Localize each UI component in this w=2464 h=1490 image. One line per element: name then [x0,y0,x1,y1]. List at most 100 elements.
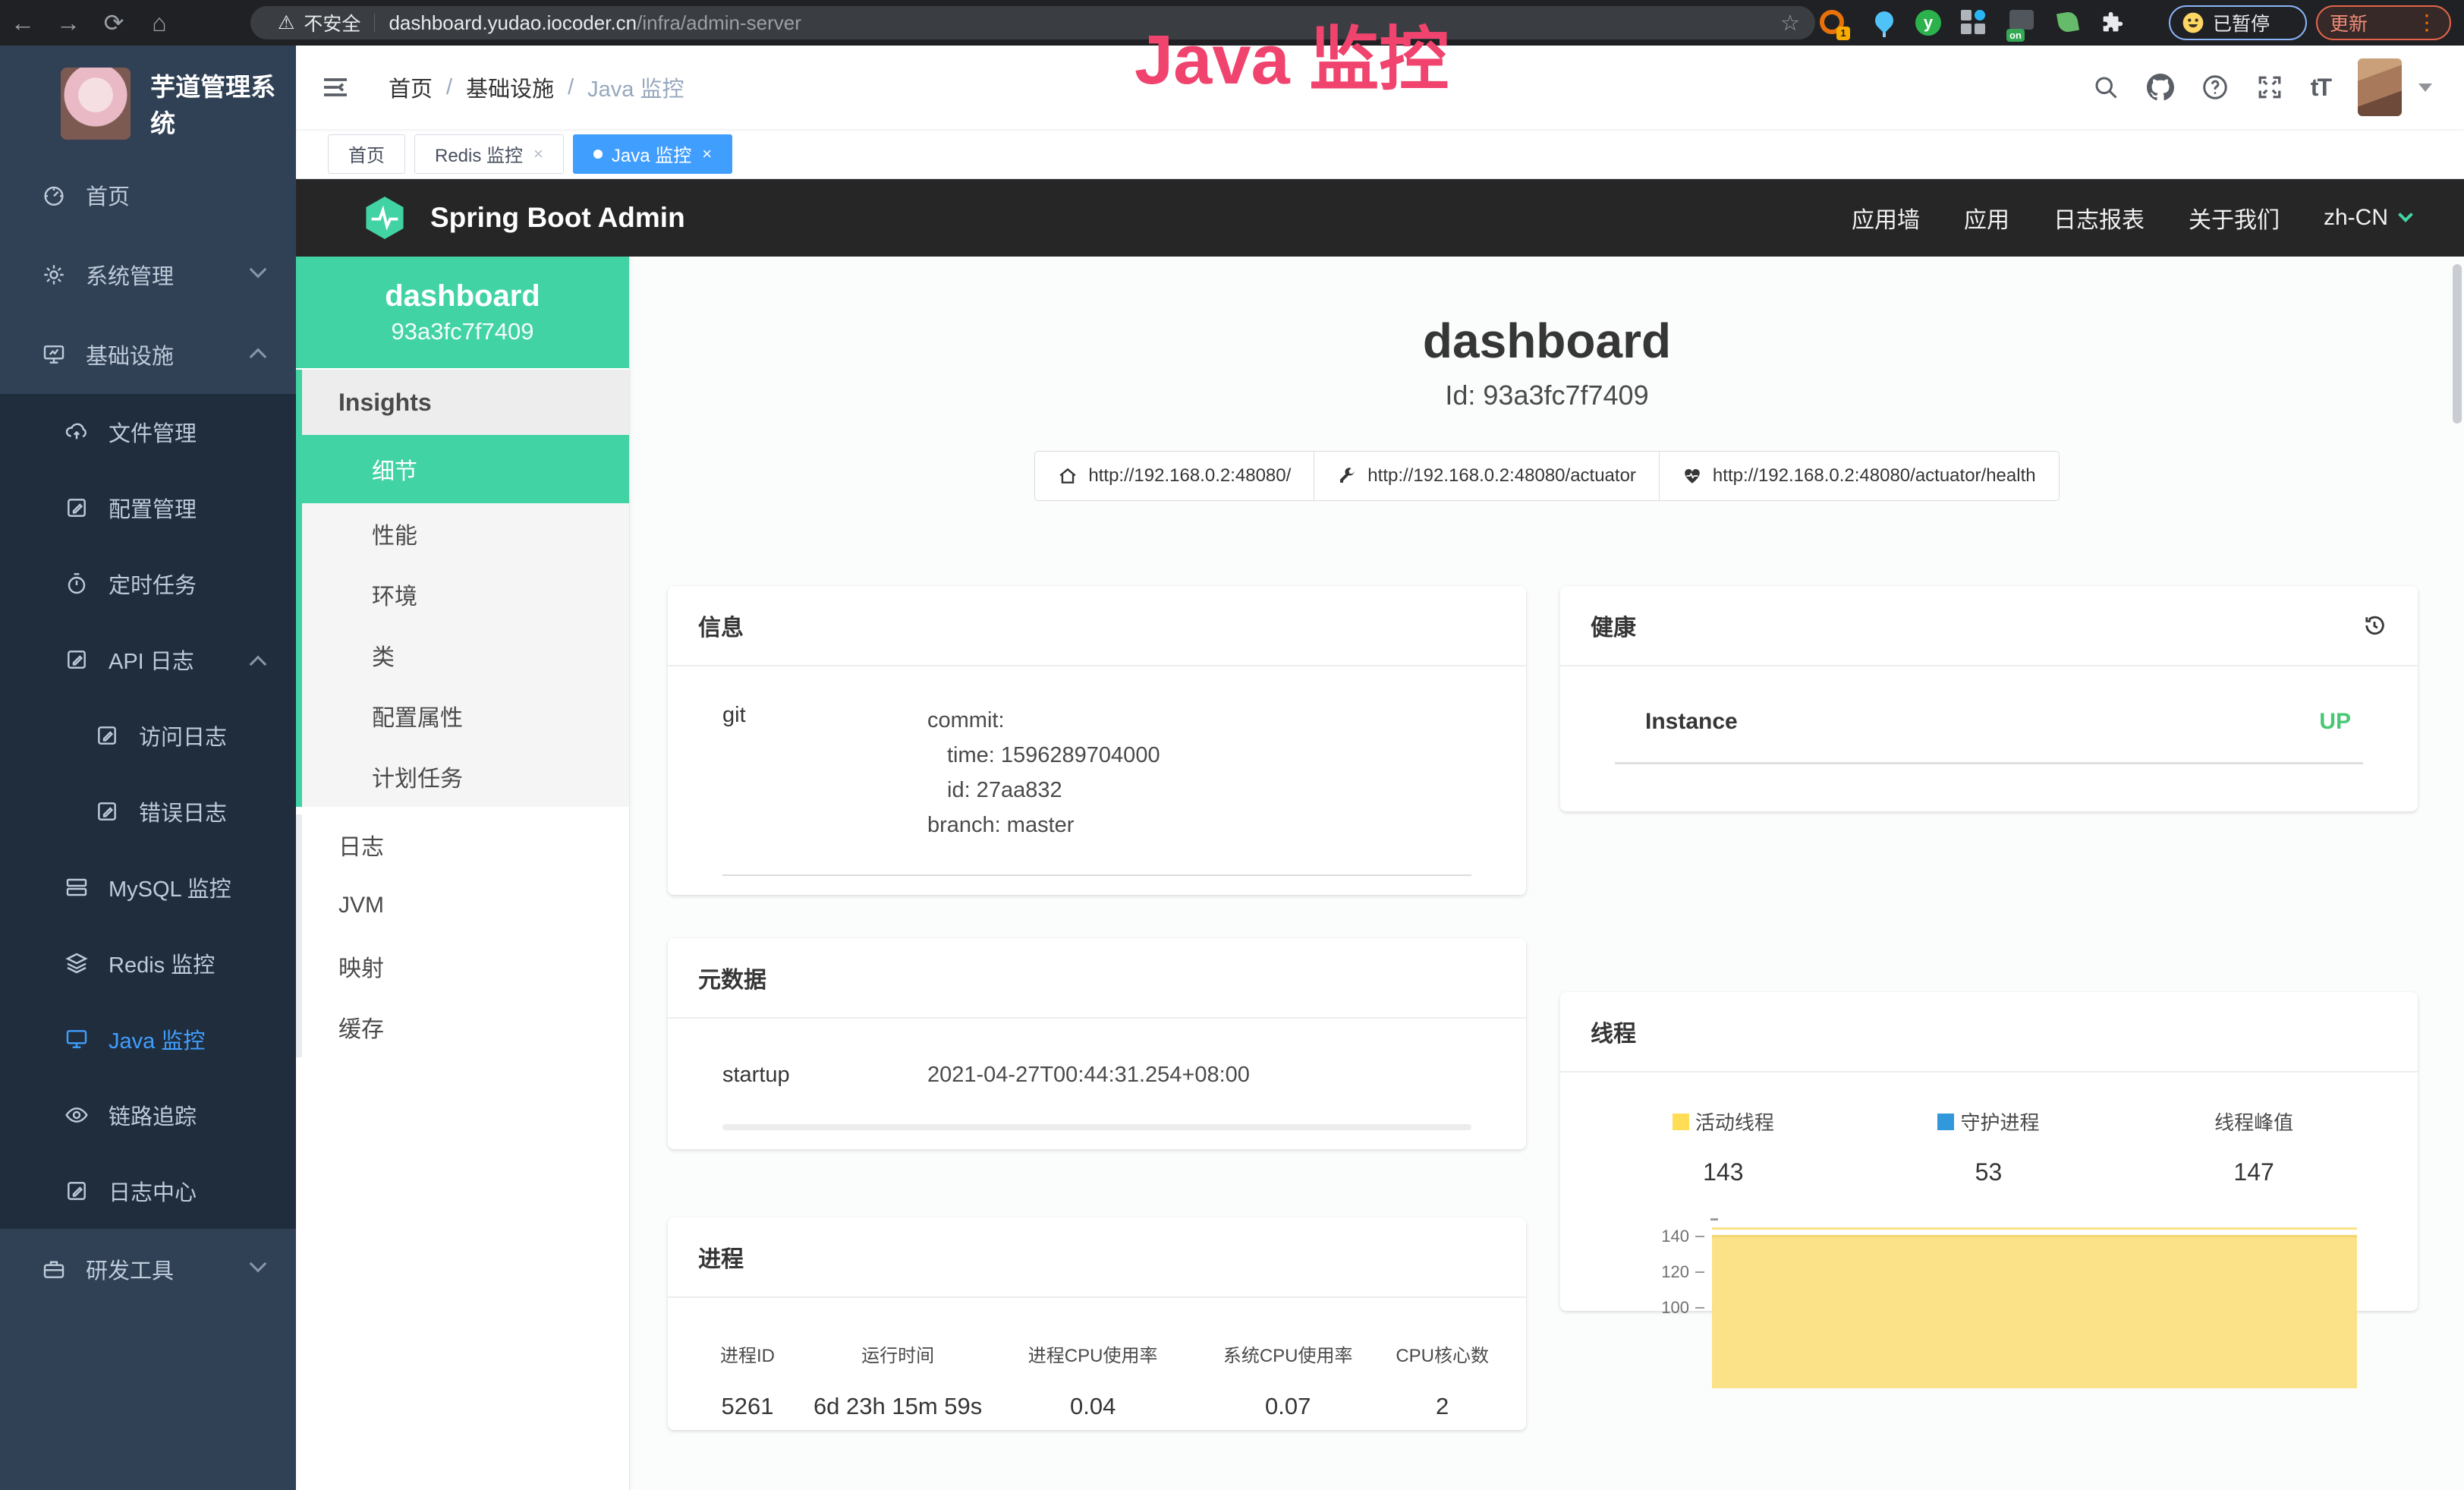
layers-icon [65,951,89,975]
sba-nav-about[interactable]: 关于我们 [2189,201,2280,235]
menu-item-caches[interactable]: 缓存 [296,997,629,1057]
extension-icon-pin[interactable] [1871,10,1897,36]
health-instance-label[interactable]: Instance [1645,709,1738,735]
menu-item-label: 类 [372,638,395,672]
sidebar-item-infrastructure[interactable]: 基础设施 [0,314,296,394]
menu-item-jvm[interactable]: JVM [296,875,629,936]
sidebar-item-dev-tools[interactable]: 研发工具 [0,1229,296,1309]
chrome-update-button[interactable]: 更新 ⋮ [2316,5,2451,40]
bookmark-star-icon[interactable]: ☆ [1780,10,1800,36]
menu-item-scheduled-tasks[interactable]: 计划任务 [296,746,629,807]
instance-name: dashboard [385,279,540,313]
cards-right-column: 健康 Instance UP [1560,586,2418,1430]
sidebar-item-access-logs[interactable]: 访问日志 [0,698,296,773]
menu-item-logs[interactable]: 日志 [296,814,629,875]
sidebar-item-label: 日志中心 [109,1175,197,1207]
sidebar-item-log-center[interactable]: 日志中心 [0,1153,296,1229]
screenshot-root: ← → ⟳ ⌂ ⚠ 不安全 dashboard.yudao.iocoder.cn… [0,0,2464,1490]
sidebar-item-label: 访问日志 [139,720,227,751]
extension-icon-orange[interactable]: 1 [1820,10,1846,36]
sba-header: Spring Boot Admin 应用墙 应用 日志报表 关于我们 zh-CN [296,179,2464,257]
sidebar-item-scheduled-jobs[interactable]: 定时任务 [0,546,296,622]
menu-item-config-props[interactable]: 配置属性 [296,685,629,746]
menu-item-metrics[interactable]: 性能 [296,503,629,564]
page-title: dashboard [630,313,2464,369]
security-label[interactable]: 不安全 [304,9,360,36]
link-actuator-url[interactable]: http://192.168.0.2:48080/actuator [1314,451,1660,501]
sidebar-item-java-monitor[interactable]: Java 监控 [0,1001,296,1077]
timer-icon [65,572,89,596]
sidebar-item-file-mgmt[interactable]: 文件管理 [0,394,296,470]
app-logo-row[interactable]: 芋道管理系统 [0,46,296,155]
profile-paused-badge[interactable]: 已暂停 [2169,5,2307,40]
search-icon[interactable] [2092,74,2119,101]
threads-legend: 活动线程 143 守护进程 53 线程峰值 [1591,1103,2387,1186]
sba-nav-applications[interactable]: 应用 [1964,201,2009,235]
sidebar-item-system-mgmt[interactable]: 系统管理 [0,235,296,314]
briefcase-icon [42,1257,66,1281]
browser-menu-kebab-icon[interactable]: ⋮ [2416,12,2437,33]
sidebar-item-label: 配置管理 [109,492,197,524]
sidebar-item-redis-monitor[interactable]: Redis 监控 [0,925,296,1001]
puzzle-extensions-icon[interactable] [2099,10,2125,36]
sidebar-item-label: 基础设施 [86,339,174,370]
breadcrumb-infrastructure[interactable]: 基础设施 [466,71,554,103]
scrollbar-thumb[interactable] [2453,264,2462,424]
locale-selector[interactable]: zh-CN [2324,205,2411,231]
browser-forward-icon[interactable]: → [46,0,91,46]
sidebar-item-error-logs[interactable]: 错误日志 [0,773,296,849]
hamburger-icon[interactable] [320,72,351,102]
heartbeat-icon [1682,466,1702,486]
browser-reload-icon[interactable]: ⟳ [91,0,137,46]
link-service-url[interactable]: http://192.168.0.2:48080/ [1034,451,1314,501]
menu-item-mappings[interactable]: 映射 [296,936,629,997]
sidebar-item-home[interactable]: 首页 [0,155,296,235]
sidebar-item-mysql-monitor[interactable]: MySQL 监控 [0,849,296,925]
paused-label: 已暂停 [2213,9,2270,36]
process-metric-uptime: 运行时间 6d 23h 15m 59s [804,1340,991,1420]
sidebar-item-config-mgmt[interactable]: 配置管理 [0,470,296,546]
status-badge-up: UP [2319,709,2351,735]
menu-item-classes[interactable]: 类 [296,625,629,685]
sidebar-item-tracing[interactable]: 链路追踪 [0,1077,296,1153]
divider [1615,762,2363,764]
avatar-caret-icon[interactable] [2418,83,2432,92]
tab-redis-monitor[interactable]: Redis 监控 × [414,134,564,174]
tab-home[interactable]: 首页 [328,134,405,174]
sba-nav-wallboard[interactable]: 应用墙 [1852,201,1920,235]
server-icon [65,875,89,899]
sidebar-item-api-logs[interactable]: API 日志 [0,622,296,698]
process-card: 进程 进程ID 5261 运行时间 [668,1218,1526,1430]
extension-icon-grid[interactable] [1961,10,1987,36]
tags-view-bar: 首页 Redis 监控 × Java 监控 × [296,129,2464,179]
close-icon[interactable]: × [533,144,543,164]
extension-icon-leaf[interactable] [2055,10,2081,36]
menu-item-environment[interactable]: 环境 [296,564,629,625]
close-icon[interactable]: × [702,144,712,164]
avatar[interactable] [2358,58,2402,116]
history-icon[interactable] [2362,613,2387,638]
tab-java-monitor[interactable]: Java 监控 × [573,134,732,174]
legend-value: 143 [1703,1158,1743,1186]
sidebar-item-label: Redis 监控 [109,947,215,979]
menu-item-label: 日志 [338,828,384,862]
sba-nav-journal[interactable]: 日志报表 [2053,201,2145,235]
link-health-url[interactable]: http://192.168.0.2:48080/actuator/health [1659,451,2060,501]
fullscreen-icon[interactable] [2256,74,2283,101]
browser-home-icon[interactable]: ⌂ [137,0,182,46]
extension-icon-green-y[interactable]: y [1915,10,1941,36]
instance-sidebar: dashboard 93a3fc7f7409 Insights 细节 性能 环境… [296,257,630,1490]
breadcrumb-home[interactable]: 首页 [389,71,433,103]
help-icon[interactable] [2201,74,2229,101]
browser-back-icon[interactable]: ← [0,0,46,46]
extension-icon-on-switch[interactable]: on [2009,10,2035,36]
sba-brand[interactable]: Spring Boot Admin [430,202,685,234]
address-bar[interactable]: ⚠ 不安全 dashboard.yudao.iocoder.cn /infra/… [250,6,1815,39]
menu-section-insights: Insights [296,370,629,435]
instance-header[interactable]: dashboard 93a3fc7f7409 [296,257,629,368]
github-icon[interactable] [2147,74,2174,101]
update-label: 更新 [2330,9,2368,36]
font-size-icon[interactable]: tT [2311,74,2330,102]
divider [374,14,375,32]
menu-item-details[interactable]: 细节 [296,435,629,503]
